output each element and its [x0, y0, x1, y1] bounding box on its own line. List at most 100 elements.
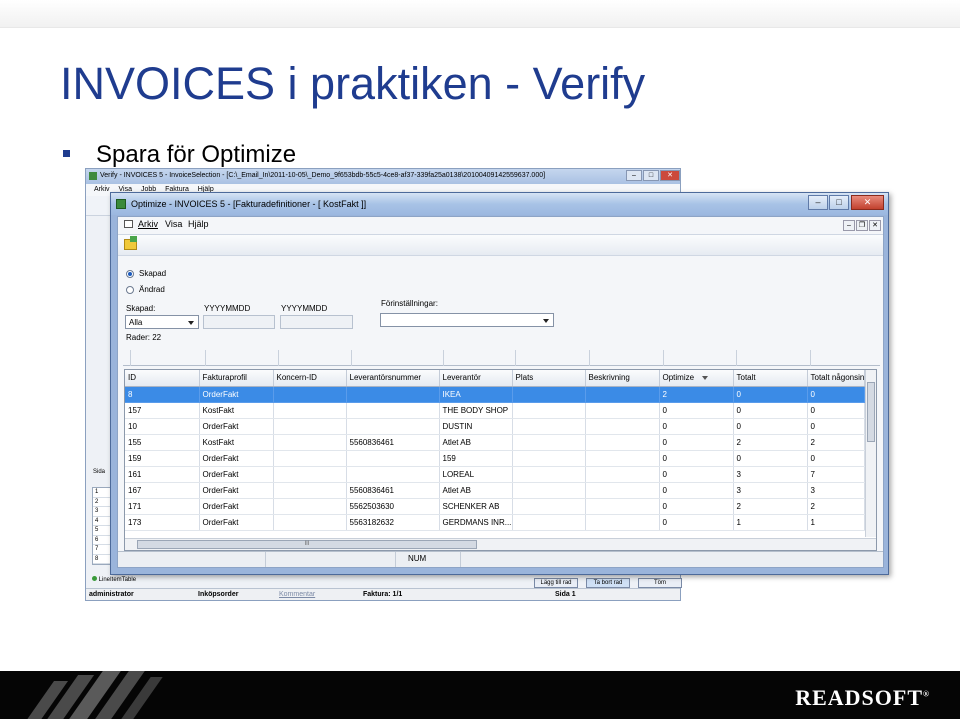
column-header-supplier-number[interactable]: Leverantörsnummer [346, 370, 440, 387]
cell-supplier-number: 5563182632 [346, 514, 440, 531]
cell-optimize: 0 [659, 402, 734, 419]
cell-group-id [273, 482, 347, 499]
cell-location [512, 434, 586, 451]
table-row[interactable]: 155 KostFakt 5560836461 Atlet AB 0 2 2 [125, 434, 866, 451]
cell-description [585, 402, 660, 419]
horizontal-scrollbar[interactable]: III [125, 538, 876, 550]
menu-hjalp[interactable]: Hjälp [188, 219, 209, 229]
table-row[interactable]: 161 OrderFakt LOREAL 0 3 7 [125, 466, 866, 483]
minimize-button[interactable]: – [808, 195, 828, 210]
cell-group-id [273, 386, 347, 403]
verify-minimize-button[interactable]: – [626, 170, 642, 181]
mdi-restore-button[interactable]: ❐ [856, 220, 868, 231]
verify-row-number: 7 [93, 545, 111, 555]
column-header-id[interactable]: ID [125, 370, 200, 387]
vertical-scroll-thumb[interactable] [867, 382, 875, 442]
vertical-scrollbar[interactable] [865, 370, 876, 537]
header-divider [810, 350, 811, 366]
to-date-input[interactable] [280, 315, 353, 329]
radio-created[interactable] [126, 270, 134, 278]
radio-changed-label: Ändrad [139, 285, 165, 294]
cell-invoice-profile: OrderFakt [199, 482, 274, 499]
table-row[interactable]: 159 OrderFakt 159 0 0 0 [125, 450, 866, 467]
close-button[interactable]: ✕ [851, 195, 884, 210]
from-date-input[interactable] [203, 315, 275, 329]
header-divider [278, 350, 279, 366]
cell-total-ever: 2 [807, 498, 866, 515]
cell-optimize: 0 [659, 482, 734, 499]
open-folder-icon[interactable] [124, 236, 137, 250]
cell-supplier-number [346, 402, 440, 419]
cell-supplier: THE BODY SHOP [439, 402, 513, 419]
table-row[interactable]: 10 OrderFakt DUSTIN 0 0 0 [125, 418, 866, 435]
sort-desc-icon [702, 376, 709, 381]
radio-changed[interactable] [126, 286, 134, 294]
comment-link[interactable]: Kommentar [279, 591, 315, 598]
horizontal-scroll-thumb[interactable]: III [137, 540, 477, 549]
clear-button[interactable]: Töm [638, 578, 682, 588]
cell-supplier-number: 5560836461 [346, 482, 440, 499]
add-row-button[interactable]: Lägg till rad [534, 578, 578, 588]
remove-row-button[interactable]: Ta bort rad [586, 578, 630, 588]
column-header-invoice-profile[interactable]: Fakturaprofil [199, 370, 274, 387]
cell-id: 161 [125, 466, 200, 483]
status-dot-icon [92, 576, 97, 581]
status-cell [266, 552, 396, 567]
verify-maximize-button[interactable]: □ [643, 170, 659, 181]
maximize-button[interactable]: □ [829, 195, 849, 210]
cell-description [585, 482, 660, 499]
mdi-close-button[interactable]: ✕ [869, 220, 881, 231]
cell-location [512, 482, 586, 499]
column-header-group-id[interactable]: Koncern-ID [273, 370, 347, 387]
cell-description [585, 466, 660, 483]
table-row[interactable]: 173 OrderFakt 5563182632 GERDMANS INR... 0 1 1 [125, 514, 866, 531]
cell-description [585, 498, 660, 515]
cell-group-id [273, 418, 347, 435]
status-page: Sida 1 [555, 591, 576, 598]
column-header-optimize[interactable]: Optimize [659, 370, 734, 387]
presets-select[interactable] [380, 313, 554, 327]
logo-text: READSOFT [795, 685, 924, 710]
table-row[interactable]: 157 KostFakt THE BODY SHOP 0 0 0 [125, 402, 866, 419]
verify-tab-lineitemtable[interactable]: LineItemTable [92, 576, 136, 583]
slide-title: INVOICES i praktiken - Verify [60, 58, 646, 109]
menu-visa[interactable]: Visa [165, 219, 182, 229]
optimize-window: Optimize - INVOICES 5 - [Fakturadefiniti… [110, 192, 889, 575]
verify-close-button[interactable]: ✕ [660, 170, 680, 181]
mdi-minimize-button[interactable]: – [843, 220, 855, 231]
optimize-titlebar: Optimize - INVOICES 5 - [Fakturadefiniti… [111, 193, 888, 215]
cell-id: 173 [125, 514, 200, 531]
column-header-total-ever[interactable]: Totalt någonsin [807, 370, 866, 387]
grid-table: ID Fakturaprofil Koncern-ID Leverantörsn… [125, 370, 866, 531]
cell-total: 0 [733, 418, 808, 435]
cell-total: 0 [733, 402, 808, 419]
table-row[interactable]: 167 OrderFakt 5560836461 Atlet AB 0 3 3 [125, 482, 866, 499]
column-header-location[interactable]: Plats [512, 370, 586, 387]
cell-invoice-profile: OrderFakt [199, 466, 274, 483]
cell-group-id [273, 514, 347, 531]
cell-total: 2 [733, 434, 808, 451]
column-header-description[interactable]: Beskrivning [585, 370, 660, 387]
header-divider [130, 350, 131, 366]
cell-id: 157 [125, 402, 200, 419]
menu-arkiv[interactable]: Arkiv [138, 219, 158, 229]
created-select[interactable]: Alla [125, 315, 199, 329]
table-row[interactable]: 8 OrderFakt IKEA 2 0 0 [125, 386, 866, 403]
cell-optimize: 0 [659, 450, 734, 467]
cell-supplier: IKEA [439, 386, 513, 403]
table-row[interactable]: 171 OrderFakt 5562503630 SCHENKER AB 0 2 2 [125, 498, 866, 515]
cell-supplier: GERDMANS INR... [439, 514, 513, 531]
cell-location [512, 466, 586, 483]
header-divider [515, 350, 516, 366]
cell-total: 3 [733, 466, 808, 483]
verify-menu-arkiv[interactable]: Arkiv [94, 186, 110, 193]
column-header-total[interactable]: Totalt [733, 370, 808, 387]
verify-title: Verify - INVOICES 5 - InvoiceSelection -… [100, 172, 546, 179]
optimize-statusbar: NUM [118, 551, 883, 567]
cell-group-id [273, 466, 347, 483]
cell-group-id [273, 434, 347, 451]
grid-body: 8 OrderFakt IKEA 2 0 0 157 KostFakt THE BODY SHO… [125, 386, 866, 531]
cell-id: 8 [125, 386, 200, 403]
verify-app-icon [89, 172, 97, 180]
column-header-supplier[interactable]: Leverantör [439, 370, 513, 387]
